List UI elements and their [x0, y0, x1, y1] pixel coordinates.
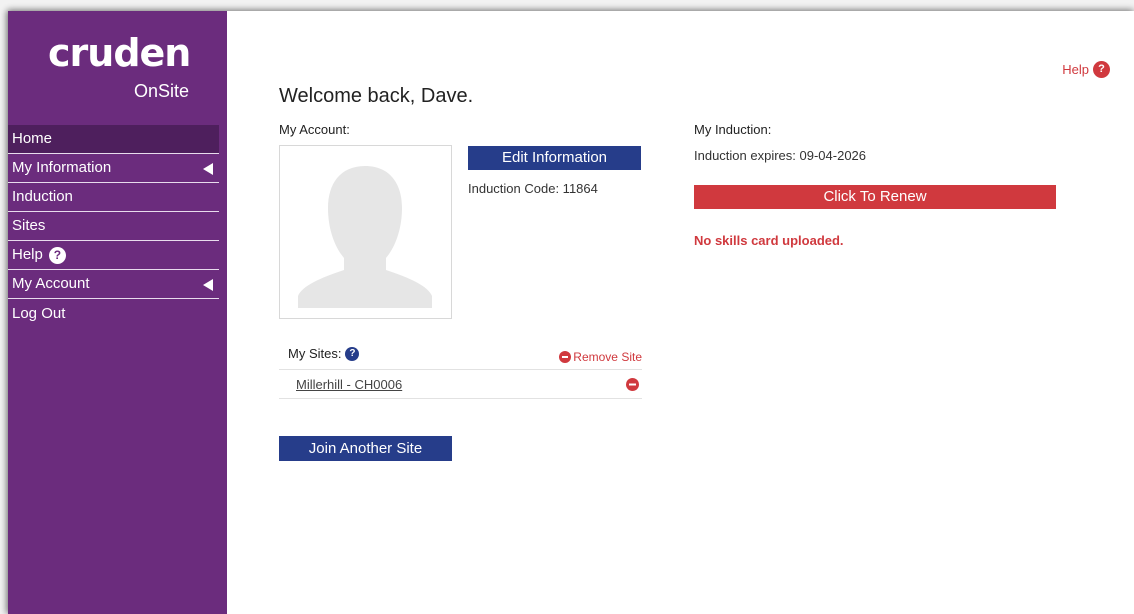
sidebar-item-label: Induction	[12, 188, 73, 205]
renew-button[interactable]: Click To Renew	[694, 185, 1056, 209]
sidebar-item-my-information[interactable]: My Information	[8, 154, 219, 183]
question-icon[interactable]: ?	[345, 346, 360, 361]
help-link[interactable]: Help ?	[1062, 61, 1110, 78]
sidebar-item-help[interactable]: Help ?	[8, 241, 219, 270]
minus-circle-icon	[559, 351, 572, 363]
sites-header: My Sites: ? Remove Site	[279, 344, 642, 370]
brand-product-name: OnSite	[133, 81, 189, 101]
remove-site-label: Remove Site	[573, 350, 642, 364]
sidebar-nav: Home My Information Induction Sites Help…	[8, 125, 219, 328]
join-site-button[interactable]: Join Another Site	[279, 436, 452, 461]
sidebar-item-label: My Account	[12, 275, 90, 292]
edit-information-button[interactable]: Edit Information	[468, 146, 641, 170]
sidebar-item-home[interactable]: Home	[8, 125, 219, 154]
avatar[interactable]	[279, 145, 452, 319]
chevron-left-icon	[203, 279, 213, 291]
list-item: Millerhill - CH0006	[279, 371, 642, 399]
question-icon: ?	[1093, 61, 1110, 78]
sidebar-item-sites[interactable]: Sites	[8, 212, 219, 241]
sidebar-item-label: My Information	[12, 159, 112, 176]
app-window: cruden OnSite Home My Information Induct…	[8, 11, 1134, 614]
sidebar: cruden OnSite Home My Information Induct…	[8, 11, 227, 614]
brand-logo[interactable]: cruden	[48, 31, 191, 75]
sidebar-item-label: Log Out	[12, 304, 66, 322]
page-title: Welcome back, Dave.	[279, 85, 474, 107]
chevron-left-icon	[203, 163, 213, 175]
sidebar-item-induction[interactable]: Induction	[8, 183, 219, 212]
sidebar-item-log-out[interactable]: Log Out	[8, 299, 219, 328]
sites-heading-label: My Sites:	[288, 346, 342, 361]
account-heading: My Account:	[279, 122, 350, 137]
induction-expiry: Induction expires: 09-04-2026	[694, 148, 867, 163]
induction-code: Induction Code: 11864	[468, 181, 598, 196]
skills-card-warning: No skills card uploaded.	[694, 233, 844, 248]
help-link-label: Help	[1062, 62, 1089, 77]
screen-frame: cruden OnSite Home My Information Induct…	[0, 0, 1134, 614]
sidebar-item-label: Home	[12, 130, 53, 147]
sites-heading: My Sites: ?	[288, 346, 360, 361]
remove-site-link[interactable]: Remove Site	[559, 350, 642, 364]
sidebar-item-my-account[interactable]: My Account	[8, 270, 219, 299]
sidebar-item-label: Sites	[12, 217, 46, 234]
induction-heading: My Induction:	[694, 122, 772, 137]
question-icon: ?	[48, 246, 66, 264]
sidebar-item-label: Help	[12, 246, 43, 263]
site-link[interactable]: Millerhill - CH0006	[296, 377, 402, 392]
user-silhouette-icon	[298, 166, 432, 308]
remove-site-icon[interactable]	[626, 378, 639, 391]
